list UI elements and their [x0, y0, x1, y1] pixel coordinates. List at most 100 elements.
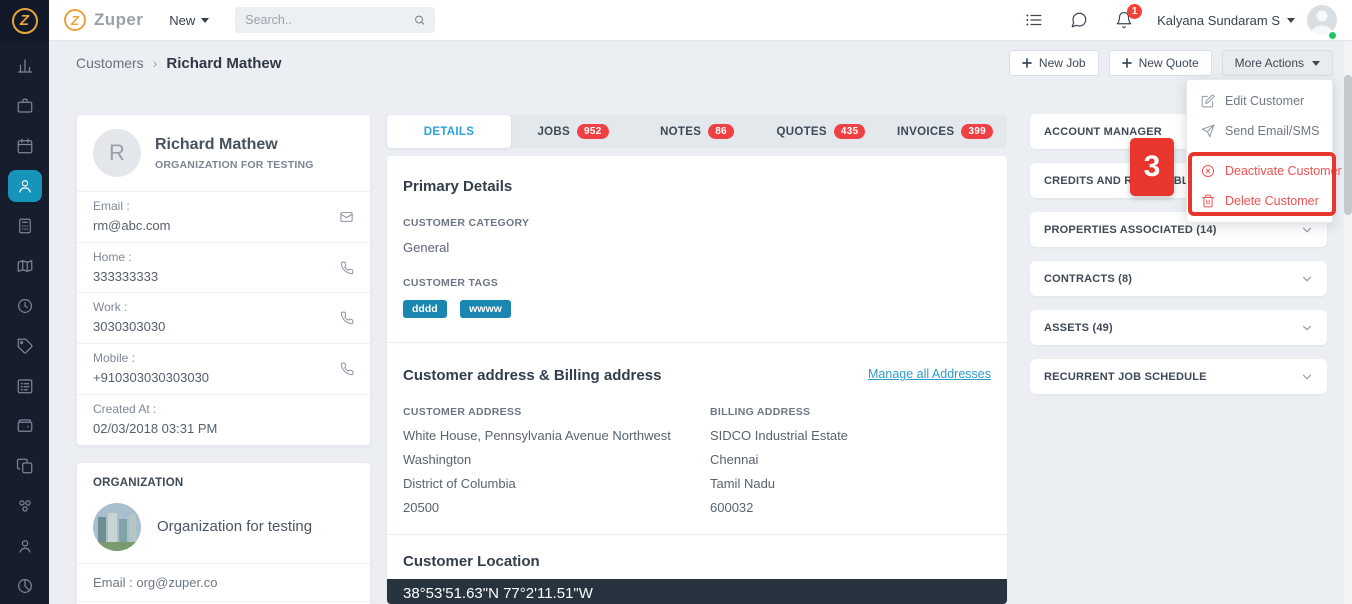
phone-icon — [340, 311, 354, 325]
global-search — [235, 7, 435, 33]
new-job-button[interactable]: New Job — [1009, 50, 1099, 76]
trash-icon — [1201, 194, 1215, 208]
page-header: Customers › Richard Mathew New Job New Q… — [49, 41, 1352, 85]
call-work-button[interactable] — [340, 311, 354, 325]
map-icon — [16, 257, 34, 275]
address-line: Tamil Nadu — [710, 472, 991, 496]
sidebar-item-forms[interactable] — [0, 366, 49, 406]
address-line: District of Columbia — [403, 472, 710, 496]
user-avatar[interactable] — [1307, 5, 1337, 35]
sidebar-item-timesheets[interactable] — [0, 286, 49, 326]
send-email-button[interactable] — [339, 209, 354, 224]
billing-address-block: BILLING ADDRESS SIDCO Industrial Estate … — [710, 406, 991, 520]
tab-notes[interactable]: NOTES86 — [635, 115, 759, 148]
recurrent-job-schedule-card[interactable]: RECURRENT JOB SCHEDULE — [1030, 359, 1327, 394]
breadcrumb: Customers › Richard Mathew — [76, 55, 281, 72]
sidebar-logo: Z — [0, 0, 49, 41]
sidebar-nav: Z — [0, 0, 49, 604]
sidebar-item-users[interactable] — [0, 526, 49, 566]
customer-category-value: General — [403, 240, 991, 255]
sidebar-item-jobs[interactable] — [0, 86, 49, 126]
tab-quotes[interactable]: QUOTES435 — [759, 115, 883, 148]
sidebar-item-tags[interactable] — [0, 326, 49, 366]
menu-item-delete-customer[interactable]: Delete Customer — [1187, 186, 1332, 216]
tab-details[interactable]: DETAILS — [387, 115, 511, 148]
menu-item-send-email-sms[interactable]: Send Email/SMS — [1187, 116, 1332, 146]
detail-tabs: DETAILS JOBS952 NOTES86 QUOTES435 INVOIC… — [387, 115, 1007, 148]
notifications-button[interactable]: 1 — [1115, 11, 1133, 29]
call-home-button[interactable] — [340, 261, 354, 275]
sidebar-item-dashboard[interactable] — [0, 46, 49, 86]
manage-addresses-link[interactable]: Manage all Addresses — [868, 367, 991, 381]
new-menu-label: New — [169, 13, 195, 28]
chevron-down-icon — [1301, 322, 1313, 334]
customer-initial-avatar: R — [93, 129, 141, 177]
tab-jobs[interactable]: JOBS952 — [511, 115, 635, 148]
breadcrumb-customers[interactable]: Customers — [76, 55, 144, 71]
zuper-logo-icon: Z — [12, 8, 38, 34]
zuper-logo-icon: Z — [64, 9, 86, 31]
user-icon — [16, 537, 34, 555]
activity-list-button[interactable] — [1025, 11, 1043, 29]
bar-chart-icon — [16, 57, 34, 75]
sidebar-item-reports[interactable] — [0, 566, 49, 604]
notes-count-badge: 86 — [708, 124, 734, 139]
organization-card: ORGANIZATION Organization for testing Em… — [76, 462, 371, 604]
sidebar-item-map[interactable] — [0, 246, 49, 286]
chat-bubble-icon — [1070, 11, 1088, 29]
tab-invoices[interactable]: INVOICES399 — [883, 115, 1007, 148]
sidebar-item-documents[interactable] — [0, 446, 49, 486]
sidebar-item-calendar[interactable] — [0, 126, 49, 166]
sidebar-item-wallet[interactable] — [0, 406, 49, 446]
customer-email: rm@abc.com — [93, 219, 354, 234]
customer-mobile-phone: +910303030303030 — [93, 371, 354, 386]
jobs-count-badge: 952 — [577, 124, 609, 139]
scrollbar-thumb[interactable] — [1344, 75, 1352, 215]
customer-detail-column: DETAILS JOBS952 NOTES86 QUOTES435 INVOIC… — [387, 115, 1007, 604]
chevron-down-icon — [1301, 224, 1313, 236]
brand[interactable]: Z Zuper — [64, 9, 143, 31]
sidebar-item-parts[interactable] — [0, 486, 49, 526]
new-menu-button[interactable]: New — [169, 13, 209, 28]
user-menu-button[interactable]: Kalyana Sundaram S — [1157, 13, 1295, 28]
chat-button[interactable] — [1070, 11, 1088, 29]
search-icon[interactable] — [414, 13, 425, 27]
chevron-down-icon — [1301, 273, 1313, 285]
location-section-heading: Customer Location — [387, 535, 1007, 579]
customer-summary-column: R Richard Mathew ORGANIZATION FOR TESTIN… — [76, 114, 371, 604]
search-input[interactable] — [245, 13, 406, 27]
more-actions-menu: Edit Customer Send Email/SMS Deactivate … — [1186, 79, 1333, 223]
address-line: 20500 — [403, 496, 710, 520]
organization-name: Organization for testing — [157, 518, 312, 535]
calendar-icon — [16, 137, 34, 155]
edit-pencil-icon — [1201, 94, 1215, 108]
customer-home-phone-row: Home : 333333333 — [77, 242, 370, 293]
customer-location-map[interactable]: St NW H St NW NW 38°53'51.63"N 77°2'11.5… — [387, 579, 1007, 604]
new-quote-button[interactable]: New Quote — [1109, 50, 1212, 76]
chevron-down-icon — [1301, 371, 1313, 383]
customer-email-row: Email : rm@abc.com — [77, 191, 370, 242]
phone-icon — [340, 362, 354, 376]
calculator-icon — [16, 217, 34, 235]
list-icon — [1025, 11, 1043, 29]
customers-person-icon — [16, 177, 34, 195]
sidebar-item-customers[interactable] — [0, 166, 49, 206]
menu-item-edit-customer[interactable]: Edit Customer — [1187, 86, 1332, 116]
assets-card[interactable]: ASSETS (49) — [1030, 310, 1327, 345]
wallet-icon — [16, 417, 34, 435]
organization-avatar — [93, 503, 141, 551]
primary-details-section: Primary Details CUSTOMER CATEGORY Genera… — [387, 156, 1007, 342]
form-icon — [16, 377, 34, 395]
sidebar-item-invoices[interactable] — [0, 206, 49, 246]
price-tag-icon — [16, 337, 34, 355]
more-actions-button[interactable]: More Actions — [1222, 50, 1333, 76]
menu-item-deactivate-customer[interactable]: Deactivate Customer — [1187, 156, 1332, 186]
parts-icon — [16, 497, 34, 515]
caret-down-icon — [1312, 61, 1320, 66]
user-name: Kalyana Sundaram S — [1157, 13, 1280, 28]
customer-created-at: 02/03/2018 03:31 PM — [93, 422, 354, 437]
contracts-card[interactable]: CONTRACTS (8) — [1030, 261, 1327, 296]
call-mobile-button[interactable] — [340, 362, 354, 376]
x-circle-icon — [1201, 164, 1215, 178]
organization-card-header: ORGANIZATION — [77, 463, 370, 497]
